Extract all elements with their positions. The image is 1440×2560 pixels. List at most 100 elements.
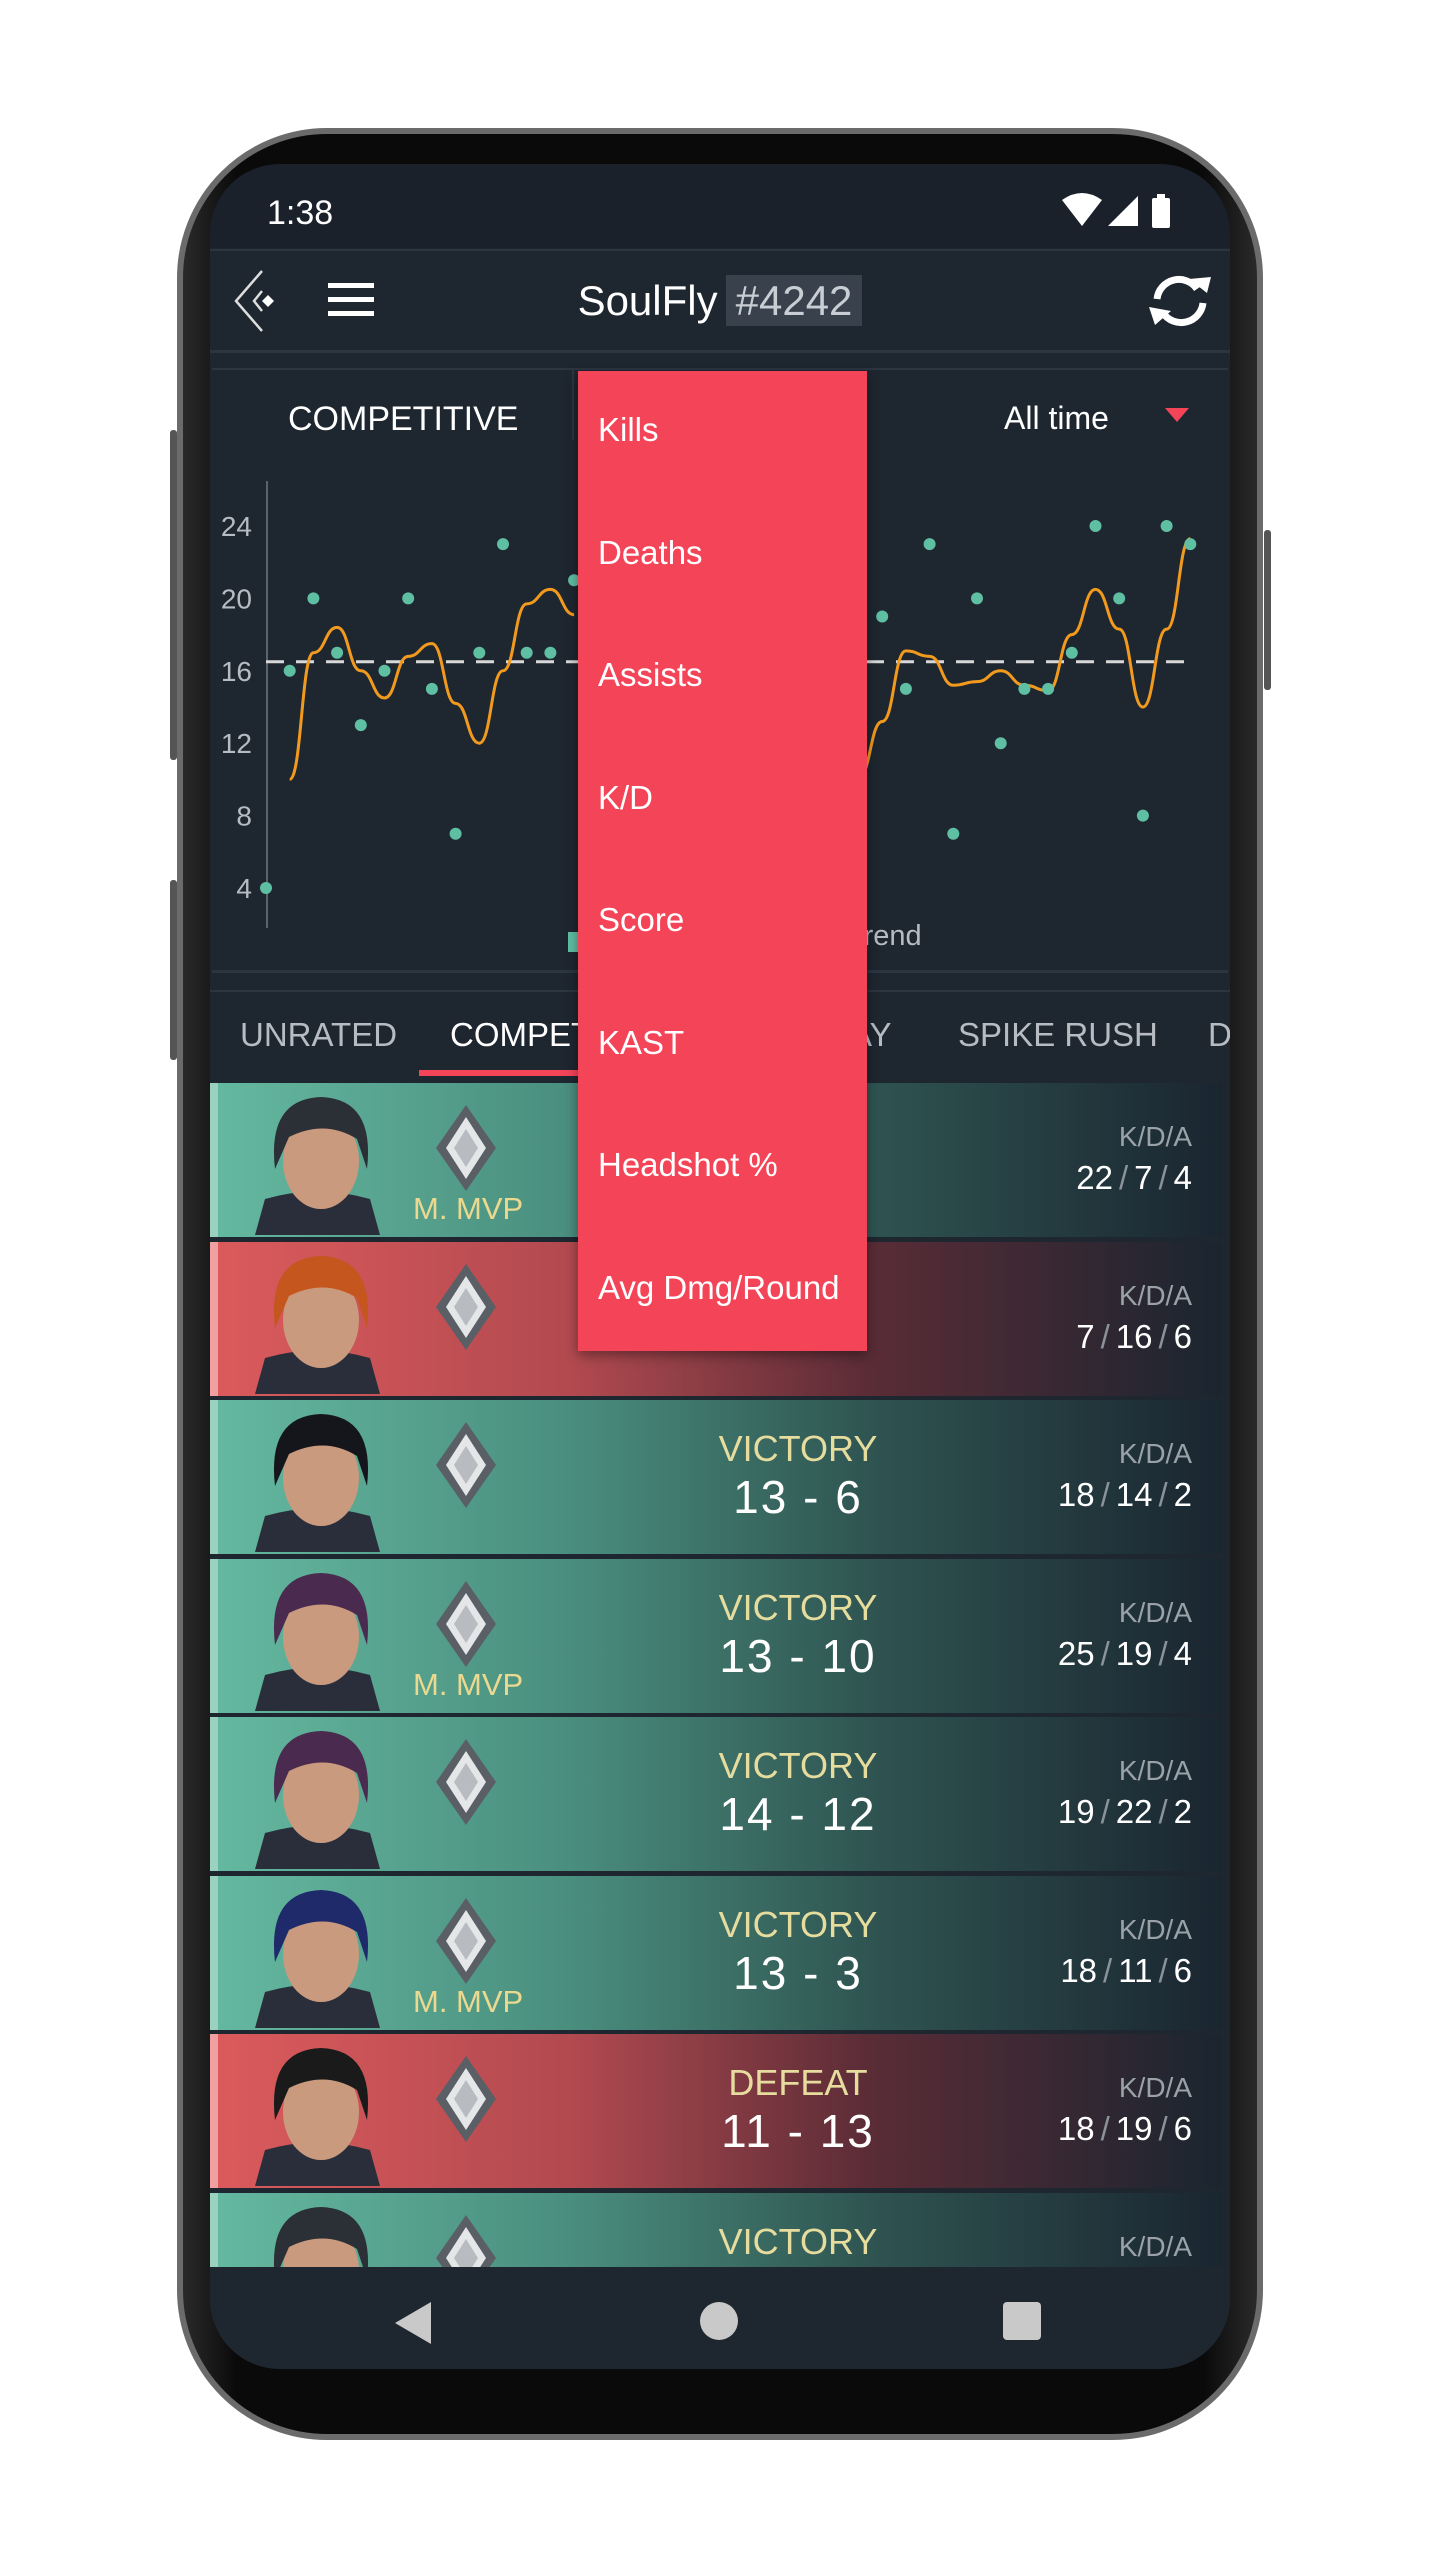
page-title: SoulFly #4242	[210, 275, 1230, 326]
signal-icon	[1108, 196, 1138, 226]
match-row[interactable]: VICTORY 13 - 6 K/D/A 18/14/2	[210, 1400, 1222, 1554]
data-point	[544, 646, 557, 659]
match-score: 13 - 6	[733, 1471, 863, 1523]
rank-icon	[436, 1422, 496, 1508]
trend-line	[857, 537, 1192, 780]
tab-deathmatch[interactable]: D	[1208, 1016, 1230, 1054]
data-point	[307, 592, 320, 605]
phone-side-button	[170, 880, 177, 1060]
deaths: 19	[1115, 2110, 1153, 2147]
kda-value: 18/14/2	[1057, 1476, 1192, 1513]
kills: 18	[1057, 2110, 1095, 2147]
dropdown-item[interactable]: Assists	[598, 656, 703, 694]
kills: 7	[1076, 1317, 1095, 1355]
kda-value: 19/22/2	[1057, 1793, 1192, 1830]
match-row[interactable]: M. MVP VICTORY 13 - 10 K/D/A 25/19/4	[210, 1558, 1222, 1713]
data-point	[449, 827, 462, 840]
data-point	[331, 646, 344, 659]
mvp-badge: M. MVP	[413, 1191, 524, 1226]
match-result: VICTORY	[718, 2220, 878, 2262]
match-score: 11 - 13	[721, 2105, 875, 2157]
data-point	[1184, 538, 1197, 551]
rank-icon	[436, 2056, 496, 2142]
status-bar: 1:38	[210, 164, 1230, 248]
dropdown-item[interactable]: KAST	[598, 1024, 684, 1062]
dropdown-item[interactable]: K/D	[598, 779, 653, 817]
data-point	[425, 682, 438, 695]
assists: 4	[1173, 1634, 1192, 1672]
rank-icon	[436, 1263, 496, 1350]
data-point	[497, 538, 509, 551]
nav-home-icon[interactable]	[700, 2302, 738, 2340]
rank-icon	[436, 1580, 496, 1667]
assists: 4	[1173, 1159, 1192, 1196]
match-score: 13 - 3	[733, 1946, 863, 1999]
match-result: VICTORY	[718, 1903, 878, 1945]
agent-avatar	[255, 1097, 380, 1235]
stat-dropdown-menu[interactable]: Kills Deaths Assists K/D Score KAST Headshot %…	[578, 371, 867, 1351]
kda-value: 7/16/6	[1076, 1317, 1192, 1355]
kda-label: K/D/A	[1118, 1755, 1192, 1786]
kda-label: K/D/A	[1118, 2230, 1192, 2262]
data-point	[994, 737, 1007, 750]
agent-avatar	[274, 2206, 368, 2267]
kda-label: K/D/A	[1118, 2072, 1192, 2103]
dropdown-item[interactable]: Score	[598, 901, 684, 939]
data-point	[1113, 592, 1126, 605]
assists: 6	[1173, 2110, 1192, 2147]
dropdown-item[interactable]: Avg Dmg/Round	[598, 1269, 840, 1307]
kda-label: K/D/A	[1118, 1438, 1192, 1469]
rank-icon	[436, 1897, 496, 1984]
agent-avatar	[255, 1255, 380, 1394]
data-point	[923, 538, 936, 551]
y-tick-label: 16	[221, 656, 252, 687]
tab-spike-rush[interactable]: SPIKE RUSH	[958, 1016, 1158, 1054]
nav-recents-icon[interactable]	[1003, 2302, 1041, 2340]
data-point	[378, 664, 391, 677]
kda-value: 25/19/4	[1057, 1634, 1192, 1672]
kda-label: K/D/A	[1118, 1121, 1192, 1152]
y-tick-label: 4	[236, 873, 252, 904]
battery-icon	[1152, 198, 1170, 228]
data-point	[971, 592, 983, 605]
data-point	[1160, 520, 1173, 532]
match-row[interactable]: M. MVP VICTORY 13 - 3 K/D/A 18/11/6	[210, 1875, 1222, 2030]
data-point	[283, 664, 296, 677]
kda-label: K/D/A	[1118, 1279, 1192, 1311]
tab-unrated[interactable]: UNRATED	[240, 1016, 397, 1054]
kda-value: 18/11/6	[1060, 1951, 1192, 1989]
agent-avatar	[255, 1414, 380, 1552]
nav-back-icon[interactable]	[395, 2302, 431, 2344]
deaths: 11	[1118, 1951, 1153, 1989]
mvp-badge: M. MVP	[413, 1666, 524, 1702]
rank-icon	[436, 1739, 496, 1825]
kda-label: K/D/A	[1118, 1596, 1192, 1628]
dropdown-item[interactable]: Kills	[598, 411, 659, 449]
data-point	[402, 592, 415, 605]
player-tag: #4242	[725, 275, 863, 326]
dropdown-item[interactable]: Deaths	[598, 534, 703, 572]
dropdown-item[interactable]: Headshot %	[598, 1146, 778, 1184]
match-row[interactable]: VICTORY 14 - 12 K/D/A 19/22/2	[210, 1717, 1222, 1871]
data-point	[354, 719, 367, 732]
agent-avatar	[255, 1731, 380, 1869]
deaths: 7	[1134, 1159, 1153, 1196]
data-point	[899, 682, 912, 695]
status-time: 1:38	[267, 194, 334, 232]
wifi-icon	[1062, 193, 1102, 226]
match-row[interactable]: VICTORY K/D/A	[210, 2192, 1222, 2267]
match-result: VICTORY	[718, 1428, 878, 1469]
phone-volume-button	[170, 430, 177, 760]
refresh-icon[interactable]	[1145, 269, 1215, 333]
app-header: SoulFly #4242	[210, 249, 1230, 353]
assists: 6	[1173, 1951, 1192, 1989]
match-result: VICTORY	[718, 1745, 878, 1786]
match-row[interactable]: DEFEAT 11 - 13 K/D/A 18/19/6	[210, 2034, 1222, 2188]
rank-icon	[436, 2214, 496, 2267]
kills: 18	[1057, 1476, 1095, 1513]
app-screen: 1:38 SoulFly#4242 COMPETITIVE All time	[210, 164, 1230, 2369]
deaths: 19	[1115, 1634, 1153, 1672]
agent-avatar	[255, 1889, 380, 2028]
kda-value: 18/19/6	[1057, 2110, 1192, 2147]
data-point	[1089, 520, 1102, 532]
